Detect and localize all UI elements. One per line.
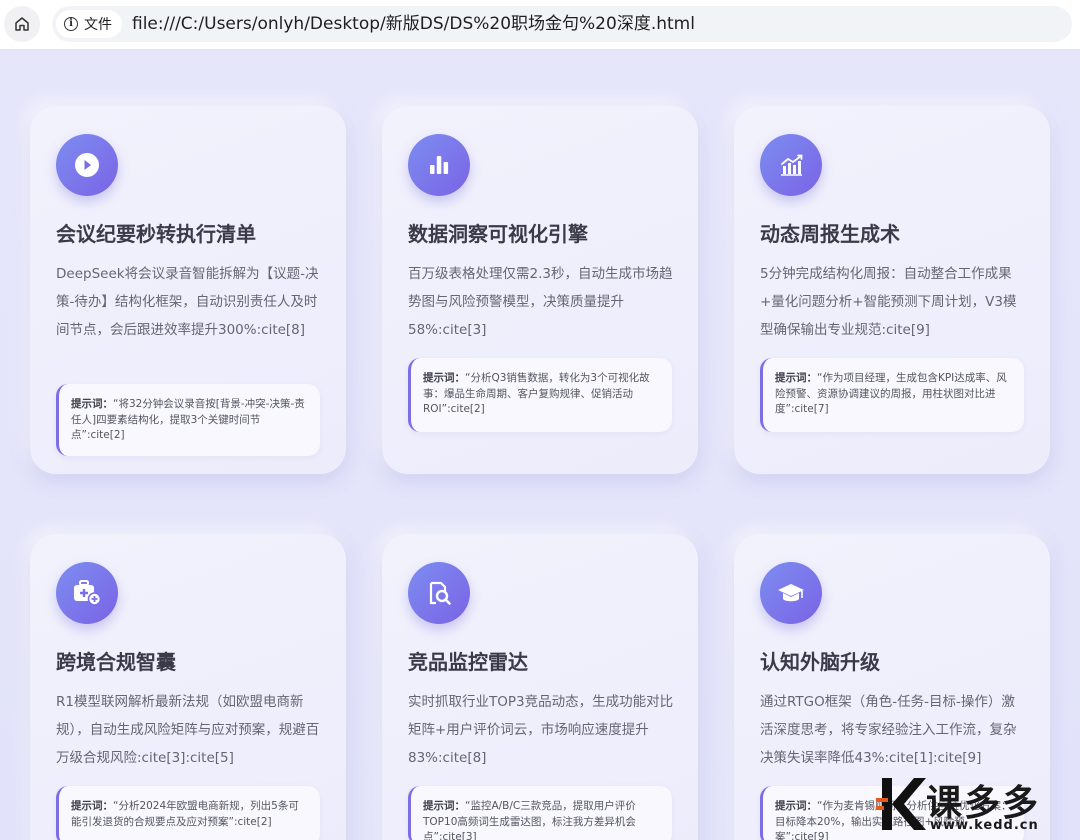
card-icon xyxy=(408,562,470,624)
graduation-cap-icon xyxy=(778,584,804,602)
prompt-label: 提示词： xyxy=(775,800,817,812)
card-title: 数据洞察可视化引擎 xyxy=(408,222,588,246)
bar-chart-icon xyxy=(430,156,449,174)
card-meeting-minutes: 会议纪要秒转执行清单 DeepSeek将会议录音智能拆解为【议题-决策-待办】结… xyxy=(30,106,346,474)
prompt-box: 提示词：“监控A/B/C三款竞品，提取用户评价TOP10高频词生成雷达图，标注我… xyxy=(408,786,672,840)
card-description: 通过RTGO框架（角色-任务-目标-操作）激活深度思考，将专家经验注入工作流，复… xyxy=(760,694,1017,766)
card-icon xyxy=(760,134,822,196)
prompt-label: 提示词： xyxy=(71,398,113,410)
file-chip-label: 文件 xyxy=(84,17,112,33)
prompt-box: 提示词：“作为项目经理，生成包含KPI达成率、风险预警、资源协调建议的周报，用柱… xyxy=(760,358,1024,432)
card-title: 认知外脑升级 xyxy=(760,650,880,674)
search-file-icon xyxy=(429,581,451,605)
card-icon xyxy=(408,134,470,196)
card-title: 竞品监控雷达 xyxy=(408,650,528,674)
card-title: 跨境合规智囊 xyxy=(56,650,176,674)
card-icon xyxy=(760,562,822,624)
card-description: 实时抓取行业TOP3竞品动态，生成功能对比矩阵+用户评价词云，市场响应速度提升8… xyxy=(408,694,674,766)
card-icon xyxy=(56,562,118,624)
info-icon: i xyxy=(64,17,78,31)
card-description: DeepSeek将会议录音智能拆解为【议题-决策-待办】结构化框架，自动识别责任… xyxy=(56,266,319,338)
watermark-logo: 课多多 www.kedd.cn xyxy=(874,768,1080,840)
url-text[interactable]: file:///C:/Users/onlyh/Desktop/新版DS/DS%2… xyxy=(132,6,695,42)
card-description: 5分钟完成结构化周报：自动整合工作成果+量化问题分析+智能预测下周计划，V3模型… xyxy=(760,266,1017,338)
card-icon xyxy=(56,134,118,196)
prompt-box: 提示词：“分析Q3销售数据，转化为3个可视化故事：爆品生命周期、客户复购规律、促… xyxy=(408,358,672,432)
card-data-insight: 数据洞察可视化引擎 百万级表格处理仅需2.3秒，自动生成市场趋势图与风险预警模型… xyxy=(382,106,698,474)
card-title: 会议纪要秒转执行清单 xyxy=(56,222,256,246)
prompt-label: 提示词： xyxy=(423,800,465,812)
prompt-label: 提示词： xyxy=(775,372,817,384)
prompt-label: 提示词： xyxy=(71,800,113,812)
address-bar[interactable]: i 文件 file:///C:/Users/onlyh/Desktop/新版DS… xyxy=(52,6,1072,42)
play-circle-icon xyxy=(75,153,99,177)
site-info-chip[interactable]: i 文件 xyxy=(56,10,122,38)
card-description: R1模型联网解析最新法规（如欧盟电商新规），自动生成风险矩阵与应对预案，规避百万… xyxy=(56,694,320,766)
prompt-box: 提示词：“将32分钟会议录音按[背景-冲突-决策-责任人]四要素结构化，提取3个… xyxy=(56,384,320,456)
card-compliance: 跨境合规智囊 R1模型联网解析最新法规（如欧盟电商新规），自动生成风险矩阵与应对… xyxy=(30,534,346,840)
home-icon xyxy=(15,17,29,31)
card-weekly-report: 动态周报生成术 5分钟完成结构化周报：自动整合工作成果+量化问题分析+智能预测下… xyxy=(734,106,1050,474)
browser-toolbar: i 文件 file:///C:/Users/onlyh/Desktop/新版DS… xyxy=(0,0,1080,50)
card-competitor-radar: 竞品监控雷达 实时抓取行业TOP3竞品动态，生成功能对比矩阵+用户评价词云，市场… xyxy=(382,534,698,840)
prompt-box: 提示词：“分析2024年欧盟电商新规，列出5条可能引发退货的合规要点及应对预案”… xyxy=(56,786,320,840)
home-button[interactable] xyxy=(4,6,40,42)
briefcase-medical-icon xyxy=(74,580,102,606)
chart-line-icon xyxy=(781,154,803,176)
card-title: 动态周报生成术 xyxy=(760,222,900,246)
prompt-label: 提示词： xyxy=(423,372,465,384)
card-description: 百万级表格处理仅需2.3秒，自动生成市场趋势图与风险预警模型，决策质量提升58%… xyxy=(408,266,673,338)
brand-k-icon xyxy=(876,778,926,830)
watermark-url: www.kedd.cn xyxy=(930,818,1039,833)
